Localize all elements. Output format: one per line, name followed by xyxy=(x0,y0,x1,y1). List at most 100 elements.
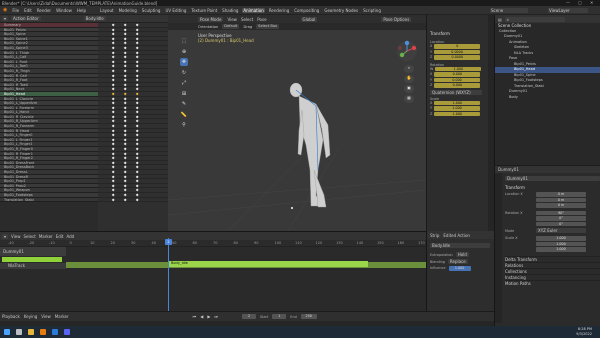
keying-menu[interactable]: Keying xyxy=(24,314,37,319)
pan-icon[interactable]: ✋ xyxy=(404,75,414,83)
keyframe-diamond[interactable] xyxy=(135,147,139,151)
keyframe-diamond[interactable] xyxy=(111,69,115,73)
view-layer-selector[interactable]: ViewLayer xyxy=(548,8,588,13)
prop-location-z[interactable]: 0 m xyxy=(536,203,586,208)
keyframe-diamond[interactable] xyxy=(135,97,139,101)
blending-select[interactable]: Replace xyxy=(447,259,468,264)
keyframe-diamond[interactable] xyxy=(135,124,139,128)
workspace-tab-scripting[interactable]: Scripting xyxy=(362,8,382,13)
keyframe-diamond[interactable] xyxy=(123,32,127,37)
prop-scale-y[interactable]: 1.000 xyxy=(536,241,586,246)
keyframe-diamond[interactable] xyxy=(111,179,115,184)
nla-object-track[interactable]: Dummy01 xyxy=(0,247,66,256)
keyframe-diamond[interactable] xyxy=(123,78,127,83)
keyframe-diamond[interactable] xyxy=(111,87,115,92)
keyframe-diamond[interactable] xyxy=(123,165,127,170)
menu-edit[interactable]: Edit xyxy=(23,8,33,13)
start-menu-icon[interactable] xyxy=(4,329,10,335)
keyframe-diamond[interactable] xyxy=(135,23,139,27)
rotation-x-field[interactable]: 0.000 xyxy=(434,72,481,77)
keyframe-diamond[interactable] xyxy=(135,129,139,133)
transform-section-title[interactable]: Transform xyxy=(505,185,600,190)
keyframe-diamond[interactable] xyxy=(123,138,127,142)
keyframe-diamond[interactable] xyxy=(111,198,115,202)
location-x-field[interactable]: 0 xyxy=(434,44,481,49)
workspace-tab-texture-paint[interactable]: Texture Paint xyxy=(190,8,218,13)
keyframe-diamond[interactable] xyxy=(135,78,139,83)
workspace-tab-geometry-nodes[interactable]: Geometry Nodes xyxy=(323,8,359,13)
keyframe-diamond[interactable] xyxy=(135,156,139,161)
keyframe-diamond[interactable] xyxy=(111,106,115,110)
keyframe-diamond[interactable] xyxy=(111,156,115,161)
channel-row[interactable]: Translation_Stabi xyxy=(0,197,98,203)
current-frame-field[interactable]: 2 xyxy=(242,314,256,319)
scale-x-field[interactable]: 1.000 xyxy=(434,100,481,105)
keyframe-diamond[interactable] xyxy=(123,119,127,124)
keyframe-diamond[interactable] xyxy=(111,55,115,60)
keyframe-diamond[interactable] xyxy=(135,64,139,69)
menu-file[interactable]: File xyxy=(11,8,20,13)
keyframe-diamond[interactable] xyxy=(111,46,115,50)
select-box-dropdown[interactable]: Select Box xyxy=(256,24,280,29)
keyframe-diamond[interactable] xyxy=(111,60,115,64)
keyframe-diamond[interactable] xyxy=(135,74,139,78)
keyframe-diamond[interactable] xyxy=(123,179,127,184)
search-icon[interactable] xyxy=(16,329,22,335)
nla-menu-view[interactable]: View xyxy=(11,234,21,239)
keyframe-diamond[interactable] xyxy=(135,37,139,41)
editor-type-dropdown[interactable]: ▾ xyxy=(2,16,9,21)
keyframe-diamond[interactable] xyxy=(135,175,139,179)
keyframe-diamond[interactable] xyxy=(111,152,115,156)
keyframe-diamond[interactable] xyxy=(135,179,139,184)
keyframe-diamond[interactable] xyxy=(111,188,115,193)
location-z-field[interactable]: 0.0000 xyxy=(434,55,481,60)
keyframe-diamond[interactable] xyxy=(123,83,127,87)
3d-viewport[interactable]: Pose Mode View Select Pose Global Pose O… xyxy=(168,15,426,231)
keyframe-diamond[interactable] xyxy=(123,147,127,151)
keyframe-diamond[interactable] xyxy=(111,101,115,105)
keyframe-diamond[interactable] xyxy=(123,101,127,105)
keyframe-diamond[interactable] xyxy=(135,193,139,197)
keyframe-diamond[interactable] xyxy=(123,156,127,161)
keyframe-diamond[interactable] xyxy=(123,64,127,69)
current-frame-badge[interactable]: 2 xyxy=(165,239,172,245)
keyframe-diamond[interactable] xyxy=(111,110,115,115)
keyframe-diamond[interactable] xyxy=(123,97,127,101)
keyframe-diamond[interactable] xyxy=(135,133,139,138)
close-button[interactable]: ✕ xyxy=(590,0,593,5)
keyframe-diamond[interactable] xyxy=(111,129,115,133)
nla-menu-marker[interactable]: Marker xyxy=(39,234,53,239)
keyframe-diamond[interactable] xyxy=(135,83,139,87)
outliner-search[interactable]: ⌕ xyxy=(504,16,565,22)
keyframe-diamond[interactable] xyxy=(111,165,115,170)
keyframe-diamond[interactable] xyxy=(111,124,115,128)
keyframe-diamond[interactable] xyxy=(135,87,139,92)
extrapolation-select[interactable]: Hold xyxy=(455,252,469,257)
pose-options-dropdown[interactable]: Pose Options xyxy=(381,16,412,22)
rotation-z-field[interactable]: 0.000 xyxy=(434,83,481,88)
keyframe-diamond[interactable] xyxy=(123,46,127,50)
keyframe-diamond[interactable] xyxy=(135,69,139,73)
workspace-tab-shading[interactable]: Shading xyxy=(221,8,239,13)
keyframe-diamond[interactable] xyxy=(111,138,115,142)
keyframe-diamond[interactable] xyxy=(111,32,115,37)
prop-location-x[interactable]: 0 m xyxy=(536,192,586,197)
keyframe-diamond[interactable] xyxy=(135,46,139,50)
menu-select[interactable]: Select xyxy=(241,17,253,22)
playback-menu[interactable]: Playback xyxy=(2,314,20,319)
keyframe-diamond[interactable] xyxy=(111,119,115,124)
keyframe-diamond[interactable] xyxy=(111,175,115,179)
prop-location-y[interactable]: 0 m xyxy=(536,197,586,202)
nla-action-line[interactable] xyxy=(2,257,62,262)
keyframe-diamond[interactable] xyxy=(111,74,115,78)
prop-scale-z[interactable]: 1.000 xyxy=(536,247,586,252)
camera-view-icon[interactable]: ▣ xyxy=(404,85,414,93)
keyframe-diamond[interactable] xyxy=(135,110,139,115)
maximize-button[interactable]: ▢ xyxy=(578,0,582,5)
keyframe-diamond[interactable] xyxy=(123,184,127,188)
keyframe-diamond[interactable] xyxy=(135,198,139,202)
workspace-tab-sculpting[interactable]: Sculpting xyxy=(141,8,162,13)
jump-start-icon[interactable]: ⏮ xyxy=(193,314,197,319)
keyframe-diamond[interactable] xyxy=(123,142,127,147)
character-model[interactable] xyxy=(289,82,331,208)
